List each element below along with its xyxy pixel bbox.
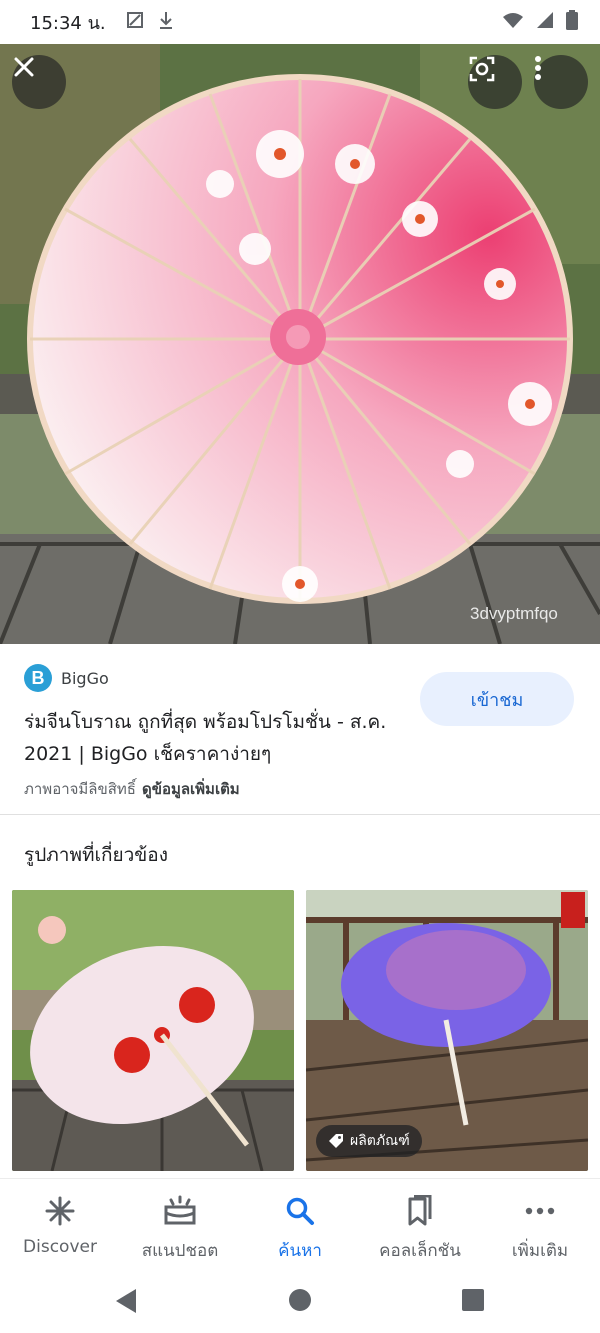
- nav-label: คอลเล็กชัน: [379, 1241, 461, 1261]
- source-row[interactable]: B BigGo: [24, 664, 109, 692]
- signal-icon: [536, 11, 554, 33]
- biggo-logo-icon: B: [24, 664, 52, 692]
- result-title[interactable]: ร่มจีนโบราณ ถูกที่สุด พร้อมโปรโมชั่น - ส…: [24, 706, 404, 770]
- screenshot-icon: [126, 11, 144, 33]
- section-divider: [0, 814, 600, 815]
- recents-square-icon: [462, 1289, 484, 1311]
- lens-icon: [469, 56, 495, 82]
- copyright-text: ภาพอาจมีลิขสิทธิ์: [24, 780, 136, 798]
- more-vert-icon: [535, 56, 541, 80]
- umbrella-illustration: [0, 44, 600, 644]
- close-icon: [14, 57, 34, 77]
- battery-icon: [566, 10, 578, 34]
- copyright-notice: ภาพอาจมีลิขสิทธิ์ ดูข้อมูลเพิ่มเติม: [24, 777, 240, 801]
- collections-icon: [402, 1193, 438, 1229]
- more-horiz-icon: [522, 1193, 558, 1229]
- nav-label: ค้นหา: [278, 1241, 322, 1261]
- tag-icon: [329, 1134, 343, 1148]
- system-back-button[interactable]: [114, 1288, 138, 1318]
- wifi-icon: [502, 11, 524, 33]
- nav-item-snapshot[interactable]: สแนปชอต: [120, 1179, 240, 1270]
- status-time: 15:34 น.: [30, 12, 106, 34]
- lens-button[interactable]: [468, 55, 522, 109]
- search-icon: [282, 1193, 318, 1229]
- nav-item-search[interactable]: ค้นหา: [240, 1179, 360, 1270]
- visit-button[interactable]: เข้าชม: [420, 672, 574, 726]
- snapshot-icon: [162, 1193, 198, 1229]
- close-button[interactable]: [12, 55, 66, 109]
- nav-label: เพิ่มเติม: [511, 1241, 569, 1261]
- download-icon: [158, 11, 174, 33]
- image-info-panel: B BigGo ร่มจีนโบราณ ถูกที่สุด พร้อมโปรโม…: [0, 644, 600, 814]
- product-badge: ผลิตภัณฑ์: [316, 1125, 422, 1157]
- nav-item-more[interactable]: เพิ่มเติม: [480, 1179, 600, 1270]
- more-options-button[interactable]: [534, 55, 588, 109]
- nav-label: Discover: [23, 1237, 97, 1257]
- bottom-navigation: Discover สแนปชอต ค้นหา คอลเล็กชัน เพิ่มเ…: [0, 1178, 600, 1270]
- asterisk-icon: [42, 1193, 78, 1229]
- product-badge-label: ผลิตภัณฑ์: [350, 1133, 410, 1149]
- nav-label: สแนปชอต: [141, 1241, 219, 1261]
- red-lily-umbrella-image: [12, 890, 294, 1171]
- home-circle-icon: [289, 1289, 311, 1311]
- system-home-button[interactable]: [288, 1288, 312, 1316]
- nav-item-discover[interactable]: Discover: [0, 1179, 120, 1270]
- source-name: BigGo: [61, 668, 109, 688]
- system-recents-button[interactable]: [461, 1288, 485, 1316]
- back-triangle-icon: [116, 1289, 136, 1313]
- related-image-1[interactable]: [12, 890, 294, 1171]
- related-images-heading: รูปภาพที่เกี่ยวข้อง: [24, 844, 168, 866]
- status-bar: 15:34 น.: [0, 0, 600, 44]
- learn-more-link[interactable]: ดูข้อมูลเพิ่มเติม: [142, 780, 240, 798]
- hero-image[interactable]: 3dvyptmfqo: [0, 44, 600, 644]
- nav-item-collections[interactable]: คอลเล็กชัน: [360, 1179, 480, 1270]
- image-watermark: 3dvyptmfqo: [470, 604, 558, 623]
- related-image-2[interactable]: ผลิตภัณฑ์: [306, 890, 588, 1171]
- system-navigation-bar: [0, 1270, 600, 1333]
